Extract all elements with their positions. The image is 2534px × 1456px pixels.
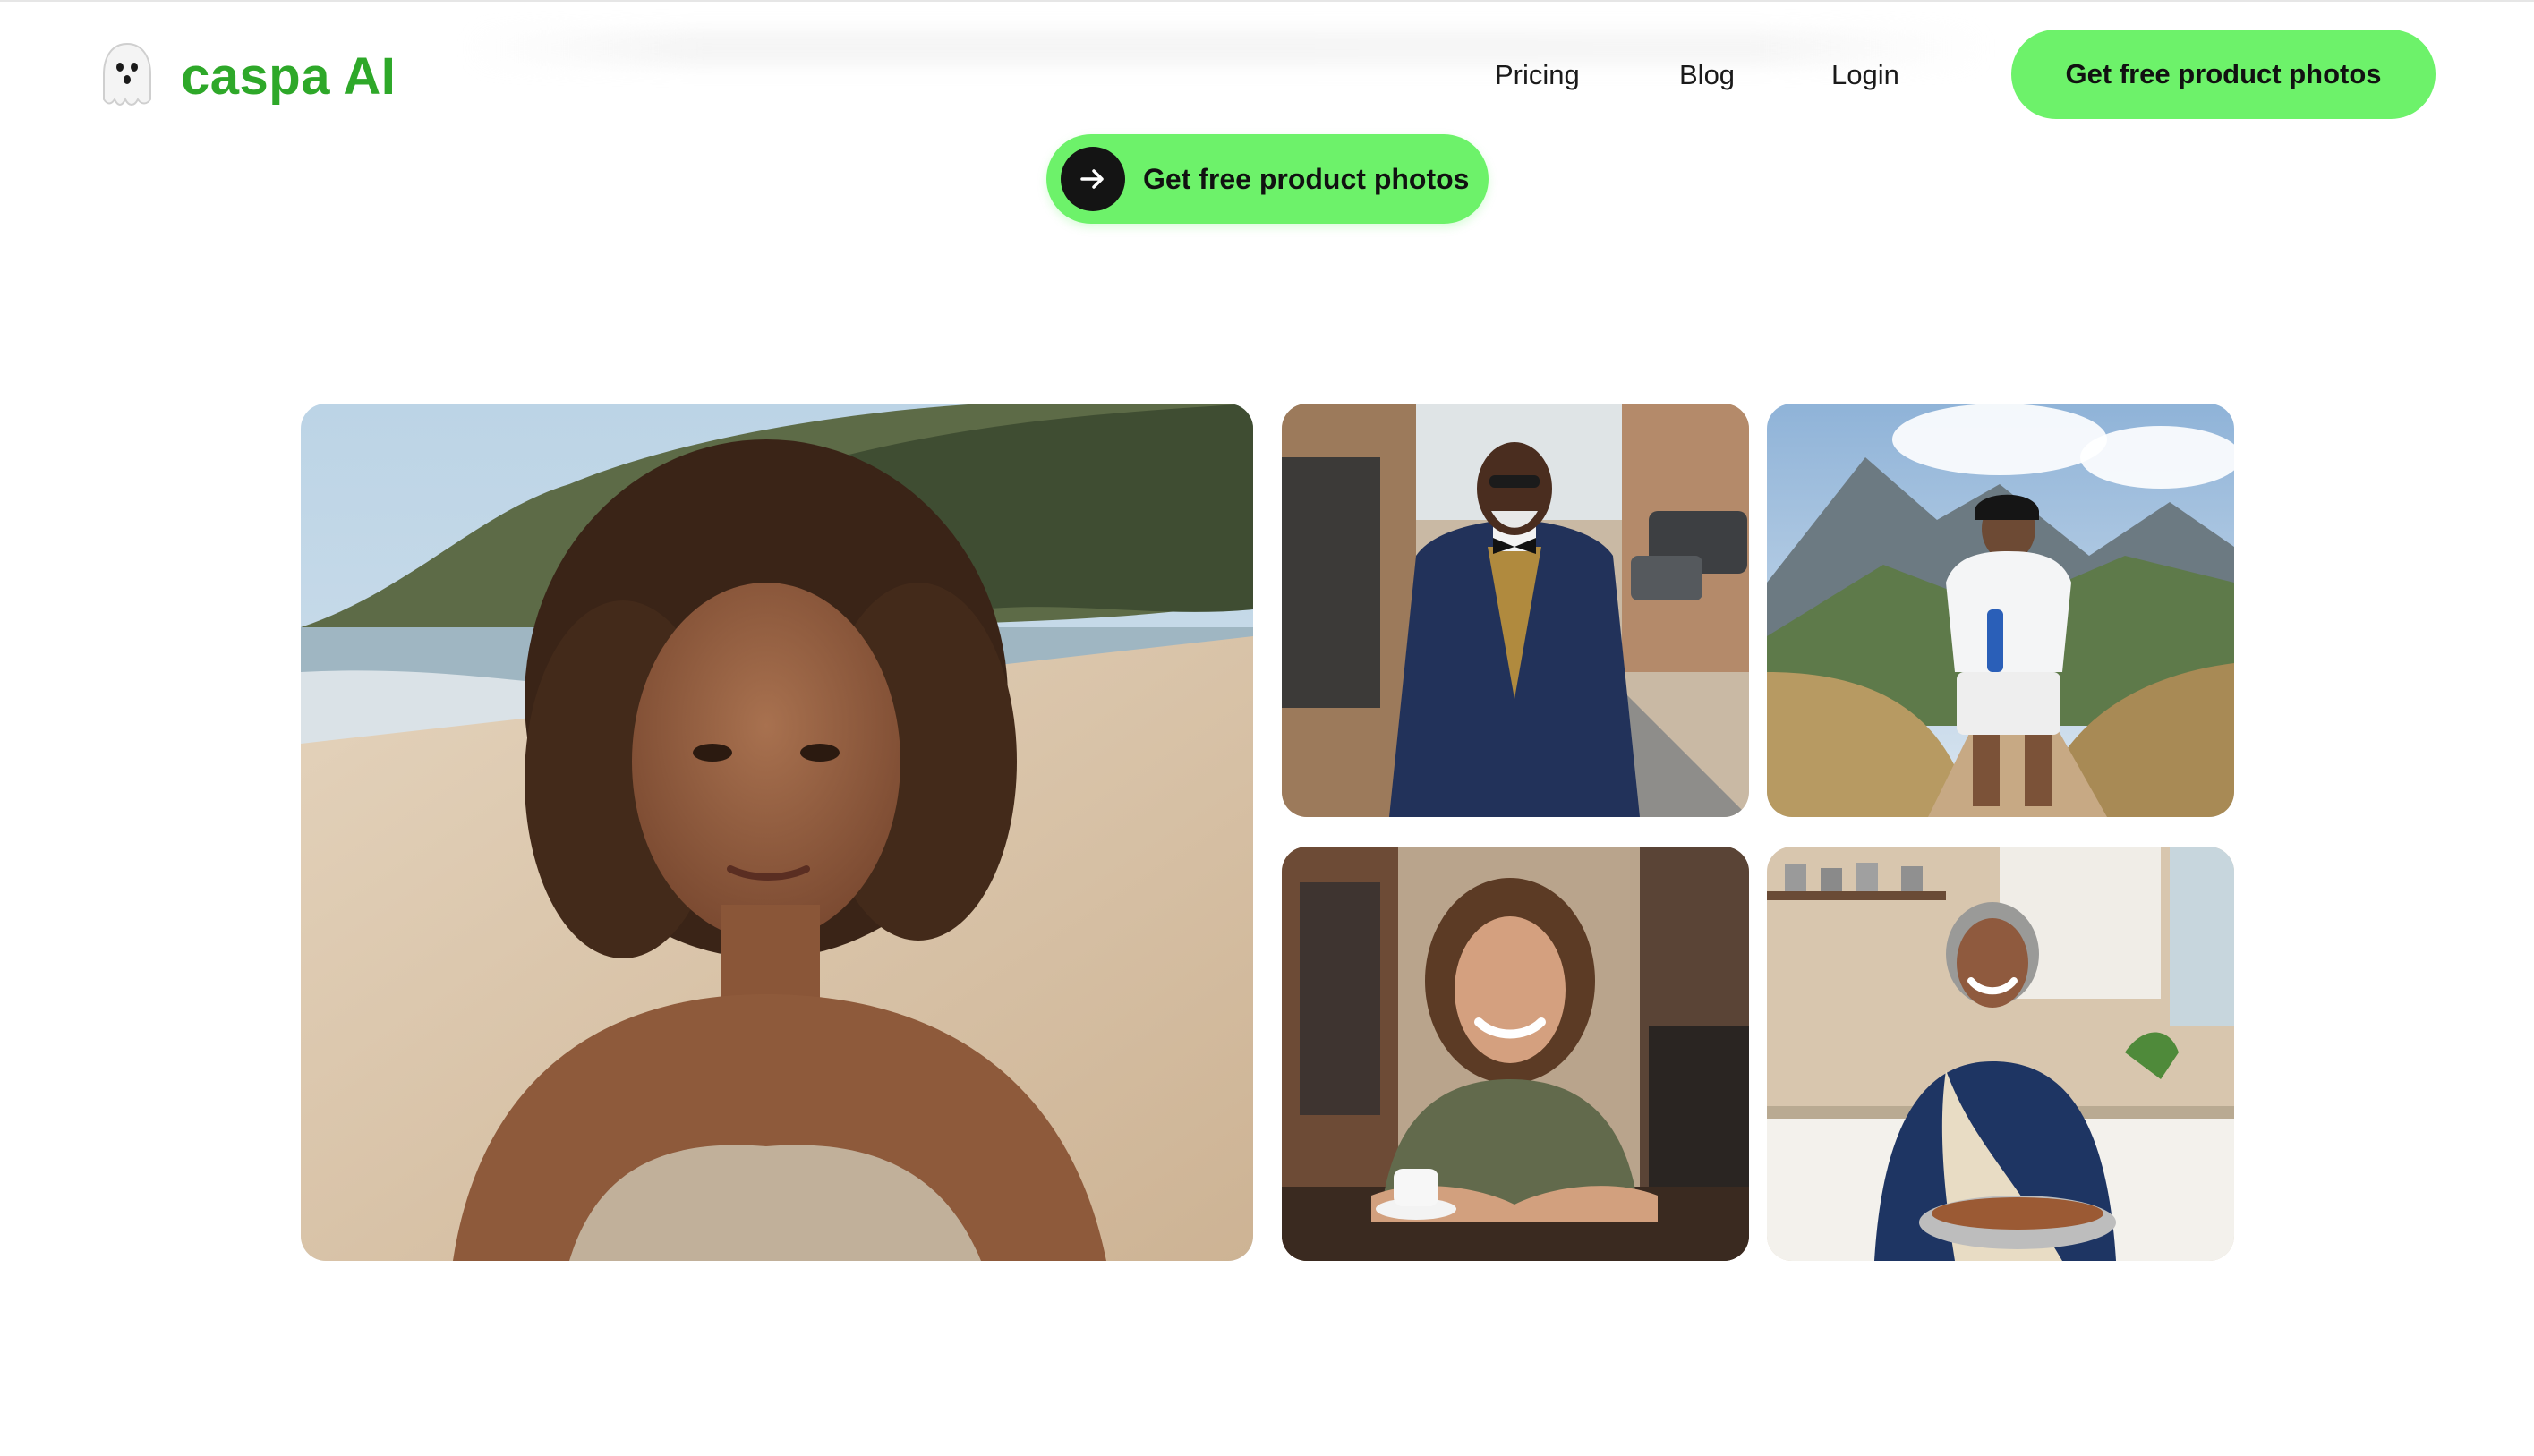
header-cta-label: Get free product photos bbox=[2065, 58, 2382, 89]
header-cta-button[interactable]: Get free product photos bbox=[2011, 30, 2436, 119]
nav-link-login[interactable]: Login bbox=[1831, 47, 1899, 104]
page: caspa AI Pricing Blog Login Get free pro… bbox=[0, 0, 2534, 1456]
woman-cooking-kitchen-photo bbox=[1767, 847, 2234, 1261]
brand-name: caspa AI bbox=[181, 47, 397, 106]
arrow-right-icon bbox=[1061, 147, 1125, 211]
header-backdrop bbox=[465, 30, 1987, 66]
top-divider bbox=[0, 0, 2534, 2]
runner-mountain-trail-photo bbox=[1767, 404, 2234, 817]
ghost-icon bbox=[98, 40, 156, 112]
brand-logo-link[interactable]: caspa AI bbox=[98, 36, 396, 116]
man-in-suit-street-photo bbox=[1282, 404, 1749, 817]
woman-on-beach-photo bbox=[301, 404, 1253, 1261]
nav-link-blog[interactable]: Blog bbox=[1679, 47, 1735, 104]
nav-link-pricing[interactable]: Pricing bbox=[1495, 47, 1580, 104]
hero-cta-label: Get free product photos bbox=[1143, 162, 1470, 195]
woman-at-cafe-photo bbox=[1282, 847, 1749, 1261]
hero-cta-button[interactable]: Get free product photos bbox=[1046, 134, 1489, 224]
